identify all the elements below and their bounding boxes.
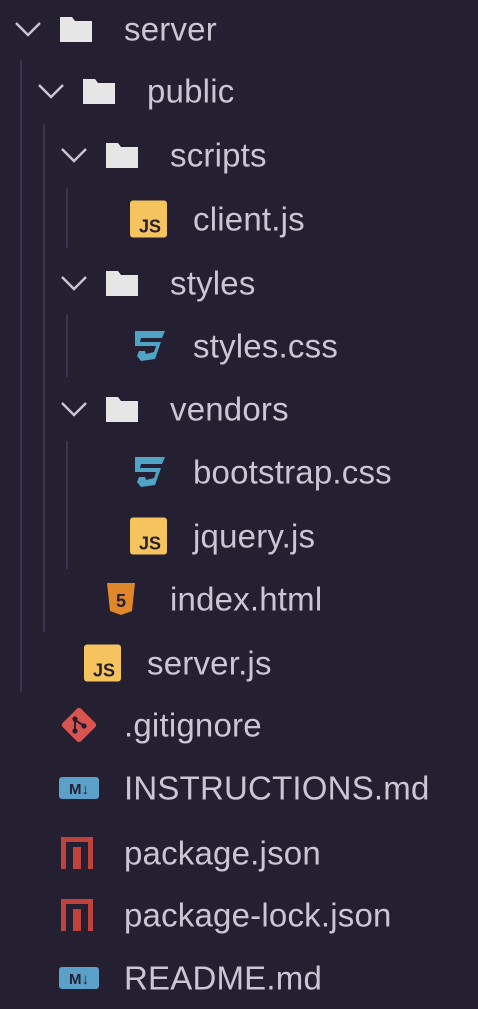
chevron-down-icon[interactable]: [60, 146, 88, 164]
markdown-icon: M↓: [59, 777, 99, 799]
tree-file-index-html[interactable]: 5 index.html: [0, 568, 478, 630]
tree-item-label: package-lock.json: [124, 896, 392, 934]
javascript-icon: JS: [84, 644, 121, 682]
tree-item-label: styles.css: [193, 327, 339, 365]
svg-text:JS: JS: [93, 661, 115, 681]
folder-icon: [60, 17, 92, 42]
file-explorer-tree: server public scripts JS client.js style…: [0, 0, 478, 1009]
chevron-down-icon[interactable]: [60, 274, 88, 292]
tree-file-jquery-js[interactable]: JS jquery.js: [0, 505, 478, 567]
tree-item-label: client.js: [193, 200, 305, 238]
tree-file-readme-md[interactable]: M↓ README.md: [0, 947, 478, 1009]
tree-item-label: INSTRUCTIONS.md: [124, 769, 430, 807]
tree-item-label: vendors: [170, 390, 289, 428]
npm-icon: [61, 899, 93, 931]
css-icon: [135, 331, 165, 361]
chevron-down-icon[interactable]: [14, 20, 42, 38]
tree-file-package-json[interactable]: package.json: [0, 822, 478, 884]
markdown-icon: M↓: [59, 967, 99, 989]
tree-file-styles-css[interactable]: styles.css: [0, 315, 478, 377]
svg-text:M↓: M↓: [69, 971, 89, 988]
tree-file-bootstrap-css[interactable]: bootstrap.css: [0, 441, 478, 503]
javascript-icon: JS: [130, 517, 167, 555]
svg-text:5: 5: [116, 591, 126, 611]
tree-file-server-js[interactable]: JS server.js: [0, 632, 478, 694]
tree-item-label: styles: [170, 264, 256, 302]
folder-icon: [83, 79, 115, 104]
tree-file-instructions-md[interactable]: M↓ INSTRUCTIONS.md: [0, 757, 478, 819]
tree-item-label: jquery.js: [193, 517, 316, 555]
svg-text:JS: JS: [139, 217, 161, 237]
tree-item-label: server.js: [147, 644, 272, 682]
tree-item-label: scripts: [170, 136, 267, 174]
tree-item-label: package.json: [124, 834, 321, 872]
tree-file-gitignore[interactable]: .gitignore: [0, 694, 478, 756]
tree-folder-public[interactable]: public: [0, 60, 478, 122]
tree-item-label: README.md: [124, 959, 322, 997]
folder-icon: [106, 397, 138, 422]
tree-item-label: bootstrap.css: [193, 453, 392, 491]
tree-folder-scripts[interactable]: scripts: [0, 124, 478, 186]
npm-icon: [61, 837, 93, 869]
tree-file-client-js[interactable]: JS client.js: [0, 188, 478, 250]
chevron-down-icon[interactable]: [60, 400, 88, 418]
tree-item-label: index.html: [170, 580, 323, 618]
css-icon: [135, 457, 165, 487]
tree-file-package-lock-json[interactable]: package-lock.json: [0, 884, 478, 946]
folder-icon: [106, 143, 138, 168]
folder-icon: [106, 271, 138, 296]
tree-item-label: .gitignore: [124, 706, 262, 744]
tree-item-label: public: [147, 72, 235, 110]
tree-folder-server[interactable]: server: [0, 0, 478, 60]
chevron-down-icon[interactable]: [37, 82, 65, 100]
tree-item-label: server: [124, 10, 217, 48]
html-icon: 5: [107, 583, 135, 615]
git-icon: [61, 707, 97, 743]
tree-folder-styles[interactable]: styles: [0, 252, 478, 314]
javascript-icon: JS: [130, 200, 167, 238]
tree-folder-vendors[interactable]: vendors: [0, 378, 478, 440]
svg-text:JS: JS: [139, 534, 161, 554]
svg-text:M↓: M↓: [69, 781, 89, 798]
